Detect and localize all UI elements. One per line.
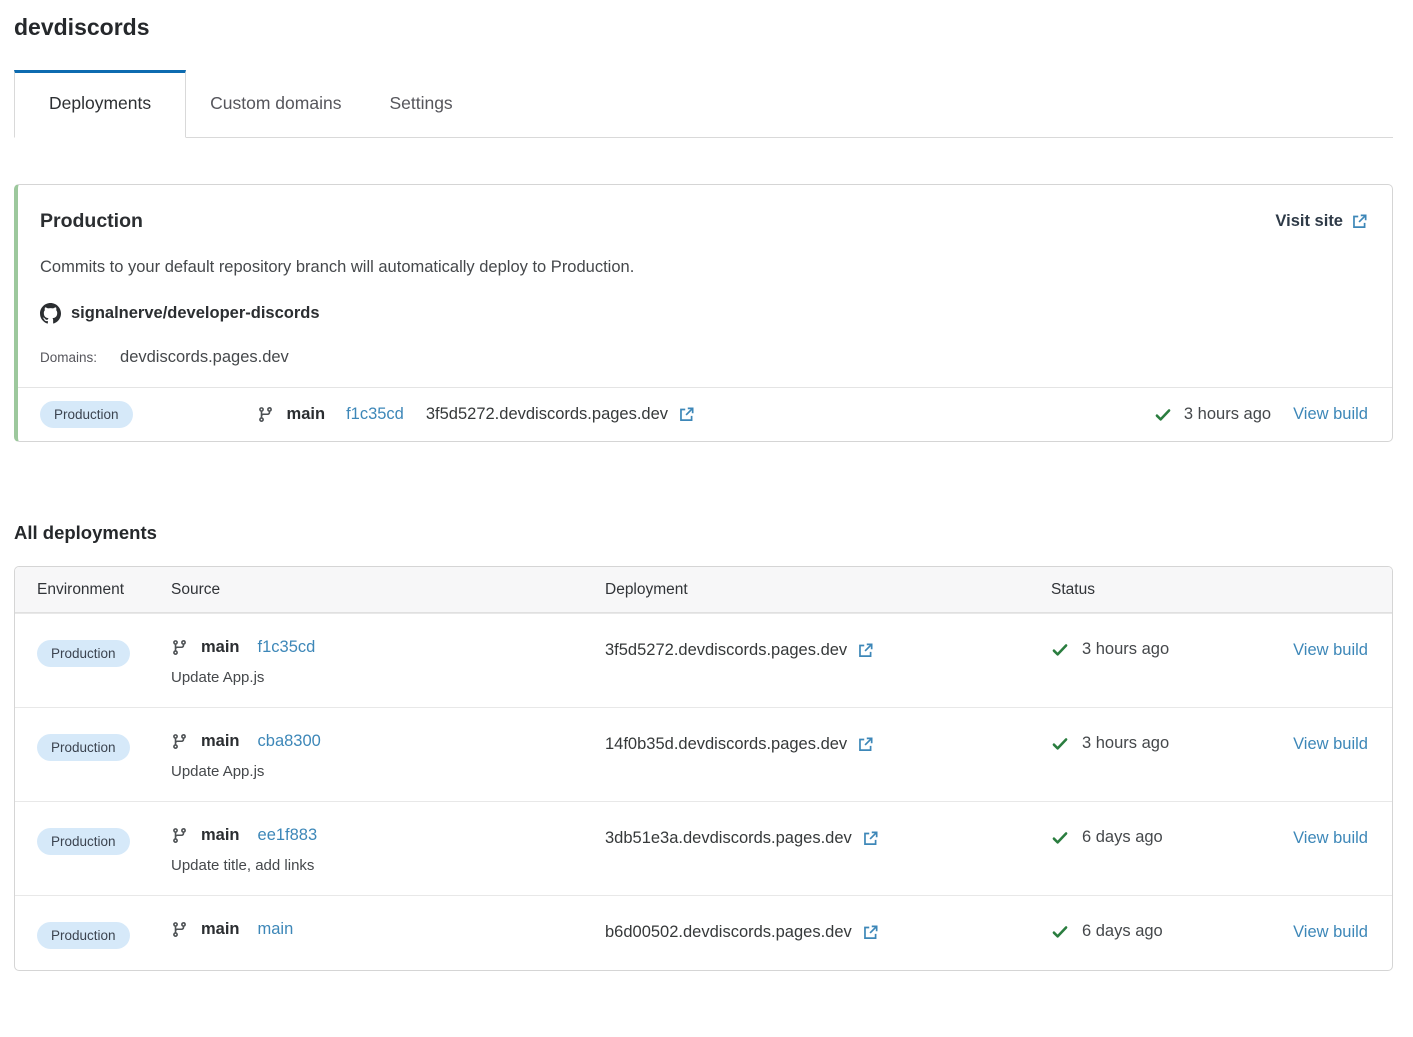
- commit-message: Update App.js: [171, 763, 605, 780]
- deployment-url: 3db51e3a.devdiscords.pages.dev: [605, 829, 852, 848]
- commit-link[interactable]: f1c35cd: [258, 638, 316, 657]
- column-header-environment: Environment: [37, 567, 171, 612]
- check-icon: [1051, 641, 1069, 659]
- environment-badge: Production: [37, 828, 130, 855]
- visit-site-link[interactable]: Visit site: [1275, 212, 1368, 231]
- column-header-action: [1269, 567, 1392, 612]
- commit-link[interactable]: cba8300: [258, 732, 321, 751]
- production-description: Commits to your default repository branc…: [40, 258, 1368, 277]
- status-time: 3 hours ago: [1082, 734, 1169, 753]
- production-card-title: Production: [40, 210, 143, 233]
- commit-link[interactable]: ee1f883: [258, 826, 318, 845]
- page-container: devdiscords Deployments Custom domains S…: [0, 0, 1413, 981]
- git-branch-icon: [171, 733, 188, 750]
- environment-badge: Production: [37, 734, 130, 761]
- git-branch-icon: [171, 827, 188, 844]
- view-build-link[interactable]: View build: [1293, 829, 1368, 847]
- tab-custom-domains[interactable]: Custom domains: [186, 70, 365, 137]
- branch-name: main: [201, 638, 240, 657]
- all-deployments-heading: All deployments: [14, 522, 1393, 544]
- branch-name: main: [201, 732, 240, 751]
- table-row: Production main ee1f883 Update title, ad…: [15, 801, 1392, 895]
- git-branch-icon: [171, 639, 188, 656]
- view-build-link[interactable]: View build: [1293, 735, 1368, 753]
- column-header-deployment: Deployment: [605, 567, 1051, 612]
- view-build-link[interactable]: View build: [1293, 641, 1368, 659]
- external-link-icon[interactable]: [862, 924, 879, 941]
- check-icon: [1051, 735, 1069, 753]
- page-title: devdiscords: [14, 10, 1393, 41]
- deployments-table: Environment Source Deployment Status Pro…: [14, 566, 1393, 971]
- table-row: Production main f1c35cd Update App.js 3f…: [15, 613, 1392, 707]
- domains-label: Domains:: [40, 350, 97, 365]
- view-build-link[interactable]: View build: [1293, 923, 1368, 941]
- deployment-url: b6d00502.devdiscords.pages.dev: [605, 923, 852, 942]
- domains-value: devdiscords.pages.dev: [120, 348, 289, 367]
- visit-site-label: Visit site: [1275, 212, 1343, 231]
- branch-name: main: [201, 826, 240, 845]
- external-link-icon[interactable]: [857, 736, 874, 753]
- external-link-icon[interactable]: [862, 830, 879, 847]
- branch-name: main: [287, 405, 326, 424]
- deployment-url: 14f0b35d.devdiscords.pages.dev: [605, 735, 847, 754]
- table-header-row: Environment Source Deployment Status: [15, 567, 1392, 613]
- status-time: 3 hours ago: [1082, 640, 1169, 659]
- branch-name: main: [201, 920, 240, 939]
- external-link-icon: [1351, 213, 1368, 230]
- status-time: 6 days ago: [1082, 922, 1163, 941]
- status-time: 6 days ago: [1082, 828, 1163, 847]
- column-header-source: Source: [171, 567, 605, 612]
- domains-line: Domains: devdiscords.pages.dev: [40, 348, 1368, 367]
- check-icon: [1051, 829, 1069, 847]
- view-build-link[interactable]: View build: [1293, 405, 1368, 424]
- commit-link[interactable]: main: [258, 920, 294, 939]
- repo-name: signalnerve/developer-discords: [71, 304, 320, 323]
- repo-link[interactable]: signalnerve/developer-discords: [40, 303, 1368, 324]
- check-icon: [1051, 923, 1069, 941]
- deployment-url: 3f5d5272.devdiscords.pages.dev: [426, 405, 668, 424]
- commit-link[interactable]: f1c35cd: [346, 405, 404, 424]
- git-branch-icon: [257, 406, 274, 423]
- tab-bar: Deployments Custom domains Settings: [14, 70, 1393, 138]
- git-branch-icon: [171, 921, 188, 938]
- commit-message: Update App.js: [171, 669, 605, 686]
- status-time: 3 hours ago: [1184, 405, 1271, 424]
- deployment-url: 3f5d5272.devdiscords.pages.dev: [605, 641, 847, 660]
- external-link-icon[interactable]: [857, 642, 874, 659]
- environment-badge: Production: [37, 922, 130, 949]
- tab-settings[interactable]: Settings: [365, 70, 476, 137]
- production-deployment-row: Production main f1c35cd 3f5d5272.devdisc…: [18, 387, 1392, 441]
- table-row: Production main cba8300 Update App.js 14…: [15, 707, 1392, 801]
- environment-badge: Production: [37, 640, 130, 667]
- column-header-status: Status: [1051, 567, 1269, 612]
- table-row: Production main main b6d00502.devdiscord…: [15, 895, 1392, 970]
- external-link-icon[interactable]: [678, 406, 695, 423]
- check-icon: [1154, 406, 1172, 424]
- environment-badge: Production: [40, 401, 133, 428]
- production-card: Production Visit site Commits to your de…: [14, 184, 1393, 442]
- commit-message: Update title, add links: [171, 857, 605, 874]
- tab-deployments[interactable]: Deployments: [14, 70, 186, 138]
- github-icon: [40, 303, 61, 324]
